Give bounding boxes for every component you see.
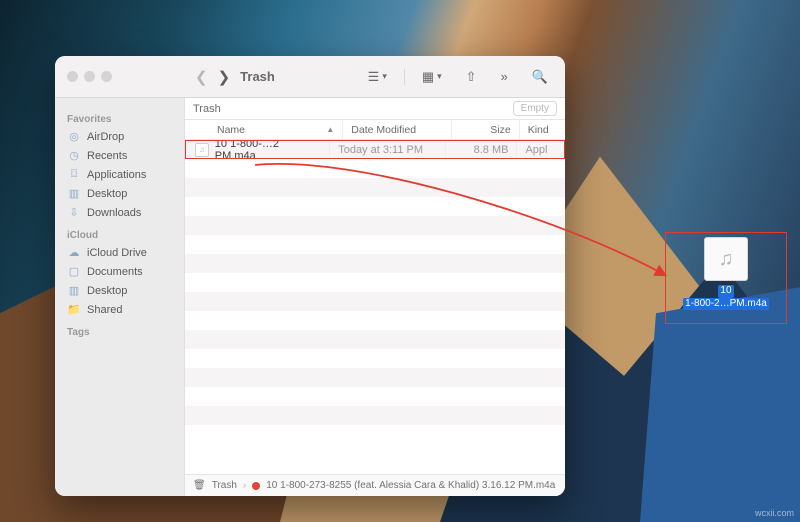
path-bar[interactable]: 🗑 Trash › 10 1-800-273-8255 (feat. Aless… <box>185 474 565 496</box>
file-rows: ♫ 10 1-800-…2 PM.m4a Today at 3:11 PM 8.… <box>185 140 565 474</box>
sidebar: Favorites ◎AirDrop ◷Recents ⌼Application… <box>55 98 185 496</box>
table-row[interactable]: ♫ 10 1-800-…2 PM.m4a Today at 3:11 PM 8.… <box>185 140 565 159</box>
search-icon: 🔍 <box>532 69 548 85</box>
content-area: Trash Empty Name ▲ Date Modified Size Ki… <box>185 98 565 496</box>
cloud-icon: ☁ <box>67 246 81 259</box>
nav-forward-button[interactable]: ❯ <box>218 68 231 86</box>
toolbar-separator <box>404 69 405 85</box>
watermark: wcxii.com <box>755 508 794 518</box>
desktop-icon: ▥ <box>67 284 81 297</box>
clock-icon: ◷ <box>67 149 81 162</box>
music-file-icon: ♫ <box>704 237 748 281</box>
column-headers: Name ▲ Date Modified Size Kind <box>185 120 565 140</box>
sidebar-header-favorites: Favorites <box>67 114 180 125</box>
sidebar-item-icloud-desktop[interactable]: ▥Desktop <box>63 281 180 300</box>
search-button[interactable]: 🔍 <box>525 66 555 88</box>
group-mode-button[interactable]: ▦ ▾ <box>415 66 449 88</box>
location-label: Trash <box>193 103 221 115</box>
sidebar-item-applications[interactable]: ⌼Applications <box>63 165 180 184</box>
trash-icon: 🗑 <box>193 480 206 491</box>
window-title: Trash <box>240 69 275 84</box>
toolbar-overflow-button[interactable]: » <box>494 66 515 87</box>
apps-icon: ⌼ <box>67 168 81 181</box>
sidebar-item-airdrop[interactable]: ◎AirDrop <box>63 127 180 146</box>
doc-icon: ▢ <box>67 265 81 278</box>
folder-icon: 📁 <box>67 303 81 316</box>
chevron-down-icon: ▾ <box>437 71 442 82</box>
file-size: 8.8 MB <box>446 140 517 159</box>
column-header-size[interactable]: Size <box>452 120 519 139</box>
file-name: 10 1-800-…2 PM.m4a <box>215 140 321 162</box>
grid-icon: ▦ <box>422 69 434 85</box>
finder-window: ❮ ❯ Trash ☰ ▾ ▦ ▾ ⇧ » 🔍 <box>55 56 565 496</box>
desktop-icon: ▥ <box>67 187 81 200</box>
put-back-origin-icon <box>252 482 260 490</box>
share-icon: ⇧ <box>466 69 477 85</box>
sidebar-item-icloud-drive[interactable]: ☁iCloud Drive <box>63 243 180 262</box>
column-header-kind[interactable]: Kind <box>520 120 565 139</box>
file-kind: Appl <box>517 140 565 159</box>
desktop-file-drop[interactable]: ♫ 10 1-800-2…PM.m4a <box>665 232 787 324</box>
sidebar-header-icloud: iCloud <box>67 230 180 241</box>
column-header-date[interactable]: Date Modified <box>343 120 452 139</box>
downloads-icon: ⇩ <box>67 206 81 219</box>
pathbar-root[interactable]: Trash <box>212 480 237 491</box>
titlebar: ❮ ❯ Trash ☰ ▾ ▦ ▾ ⇧ » 🔍 <box>55 56 565 98</box>
sort-caret-icon: ▲ <box>326 125 334 134</box>
airdrop-icon: ◎ <box>67 130 81 143</box>
file-date: Today at 3:11 PM <box>330 140 446 159</box>
pathbar-file[interactable]: 10 1-800-273-8255 (feat. Alessia Cara & … <box>266 480 555 491</box>
sidebar-header-tags: Tags <box>67 327 180 338</box>
column-header-name[interactable]: Name ▲ <box>185 120 343 139</box>
traffic-light-close[interactable] <box>67 71 78 82</box>
sidebar-item-documents[interactable]: ▢Documents <box>63 262 180 281</box>
audio-file-icon: ♫ <box>195 143 209 157</box>
nav-back-button[interactable]: ❮ <box>195 68 208 86</box>
sidebar-item-downloads[interactable]: ⇩Downloads <box>63 203 180 222</box>
view-mode-button[interactable]: ☰ ▾ <box>361 66 394 88</box>
list-icon: ☰ <box>368 69 380 85</box>
overflow-icon: » <box>501 69 508 84</box>
empty-trash-button[interactable]: Empty <box>513 101 557 116</box>
share-button[interactable]: ⇧ <box>459 66 484 88</box>
pathbar-separator-icon: › <box>243 480 246 491</box>
desktop-file-label: 10 1-800-2…PM.m4a <box>683 285 769 310</box>
traffic-light-zoom[interactable] <box>101 71 112 82</box>
traffic-light-minimize[interactable] <box>84 71 95 82</box>
chevron-down-icon: ▾ <box>382 71 387 82</box>
sidebar-item-recents[interactable]: ◷Recents <box>63 146 180 165</box>
sidebar-item-shared[interactable]: 📁Shared <box>63 300 180 319</box>
sidebar-item-desktop[interactable]: ▥Desktop <box>63 184 180 203</box>
